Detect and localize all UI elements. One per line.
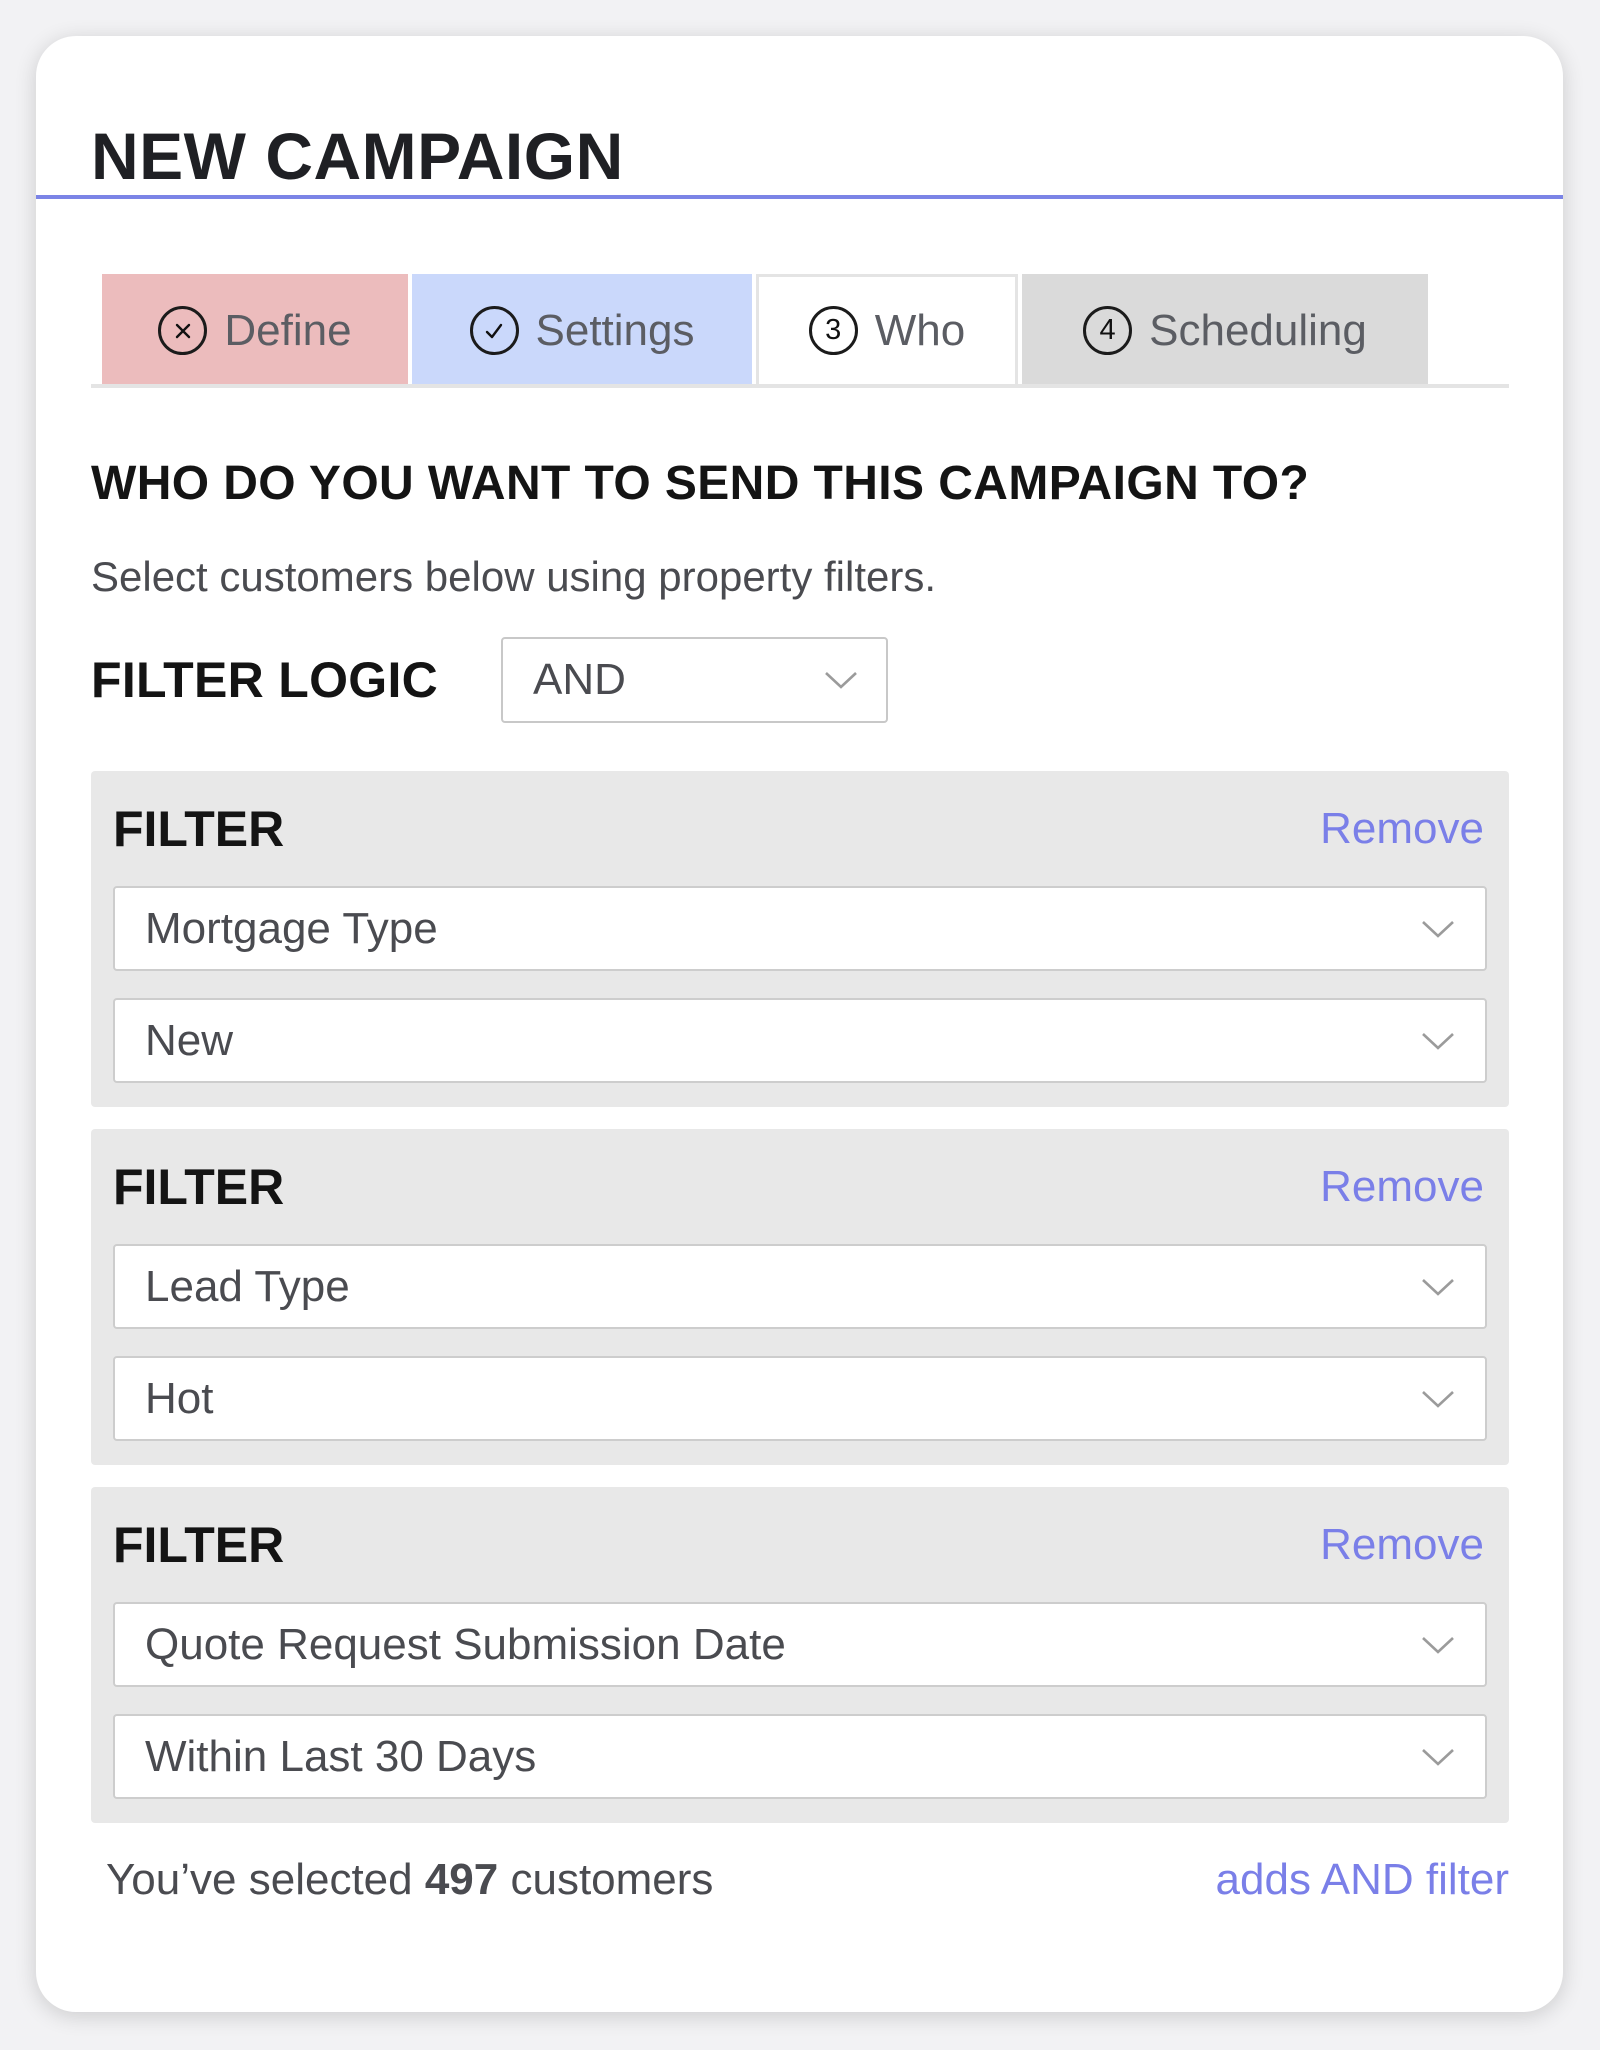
- page-title: NEW CAMPAIGN: [91, 119, 624, 193]
- chevron-down-icon: [825, 672, 857, 689]
- section-subtext: Select customers below using property fi…: [91, 553, 937, 600]
- filter-value-select[interactable]: Within Last 30 Days: [113, 1714, 1487, 1799]
- filter-value-select[interactable]: New: [113, 998, 1487, 1083]
- add-filter-link[interactable]: adds AND filter: [1216, 1855, 1509, 1905]
- tab-label: Scheduling: [1149, 305, 1367, 355]
- filter-property-select[interactable]: Lead Type: [113, 1244, 1487, 1329]
- filter-property-select[interactable]: Quote Request Submission Date: [113, 1602, 1487, 1687]
- card-header: NEW CAMPAIGN: [36, 36, 1563, 199]
- filter-header: FILTER Remove: [113, 1157, 1487, 1217]
- step-number-3: 3: [808, 306, 858, 355]
- filter-logic-value: AND: [533, 655, 626, 704]
- filter-value: New: [145, 1015, 234, 1065]
- filter-property-value: Mortgage Type: [145, 903, 438, 953]
- x-circle-icon: [158, 306, 208, 355]
- chevron-down-icon: [1422, 920, 1454, 938]
- filter-header: FILTER Remove: [113, 1515, 1487, 1575]
- chevron-down-icon: [1422, 1636, 1454, 1654]
- filter-card: FILTER Remove Lead Type Hot: [91, 1129, 1509, 1465]
- tab-label: Who: [874, 305, 966, 355]
- filter-value: Within Last 30 Days: [145, 1731, 537, 1781]
- filter-logic-row: FILTER LOGIC AND: [91, 637, 1509, 723]
- chevron-down-icon: [1422, 1278, 1454, 1296]
- tab-settings[interactable]: Settings: [412, 274, 752, 384]
- tab-who[interactable]: 3 Who: [756, 274, 1018, 384]
- filter-property-value: Lead Type: [145, 1261, 350, 1311]
- filter-logic-select[interactable]: AND: [501, 637, 888, 723]
- section-heading: WHO DO YOU WANT TO SEND THIS CAMPAIGN TO…: [91, 457, 1310, 510]
- remove-filter-link[interactable]: Remove: [1320, 804, 1487, 854]
- selected-count-text: You’ve selected 497 customers: [106, 1855, 713, 1905]
- check-circle-icon: [469, 306, 519, 355]
- filter-property-value: Quote Request Submission Date: [145, 1619, 786, 1669]
- filter-card: FILTER Remove Quote Request Submission D…: [91, 1487, 1509, 1823]
- filter-label: FILTER: [113, 801, 285, 857]
- filter-list: FILTER Remove Mortgage Type New FILTER R…: [91, 771, 1509, 1823]
- card-body: Define Settings 3 Who 4 Scheduling WHO D…: [91, 269, 1509, 1905]
- filter-logic-label: FILTER LOGIC: [91, 652, 439, 708]
- step-number-4: 4: [1083, 306, 1133, 355]
- filter-label: FILTER: [113, 1159, 285, 1215]
- chevron-down-icon: [1422, 1390, 1454, 1408]
- selected-suffix: customers: [498, 1855, 714, 1904]
- filter-label: FILTER: [113, 1517, 285, 1573]
- remove-filter-link[interactable]: Remove: [1320, 1162, 1487, 1212]
- chevron-down-icon: [1422, 1032, 1454, 1050]
- filter-value-select[interactable]: Hot: [113, 1356, 1487, 1441]
- tab-label: Define: [224, 305, 352, 355]
- tab-scheduling[interactable]: 4 Scheduling: [1022, 274, 1428, 384]
- remove-filter-link[interactable]: Remove: [1320, 1520, 1487, 1570]
- tab-label: Settings: [535, 305, 695, 355]
- filter-card: FILTER Remove Mortgage Type New: [91, 771, 1509, 1107]
- chevron-down-icon: [1422, 1748, 1454, 1766]
- step-tabs: Define Settings 3 Who 4 Scheduling: [91, 269, 1509, 388]
- filter-value: Hot: [145, 1373, 214, 1423]
- filter-property-select[interactable]: Mortgage Type: [113, 886, 1487, 971]
- campaign-card: NEW CAMPAIGN Define Settings 3 Who 4 Sch…: [36, 36, 1563, 2012]
- tab-define[interactable]: Define: [102, 274, 408, 384]
- selection-footer: You’ve selected 497 customers adds AND f…: [91, 1855, 1509, 1905]
- filter-header: FILTER Remove: [113, 799, 1487, 859]
- selected-count: 497: [424, 1855, 499, 1904]
- selected-prefix: You’ve selected: [106, 1855, 425, 1904]
